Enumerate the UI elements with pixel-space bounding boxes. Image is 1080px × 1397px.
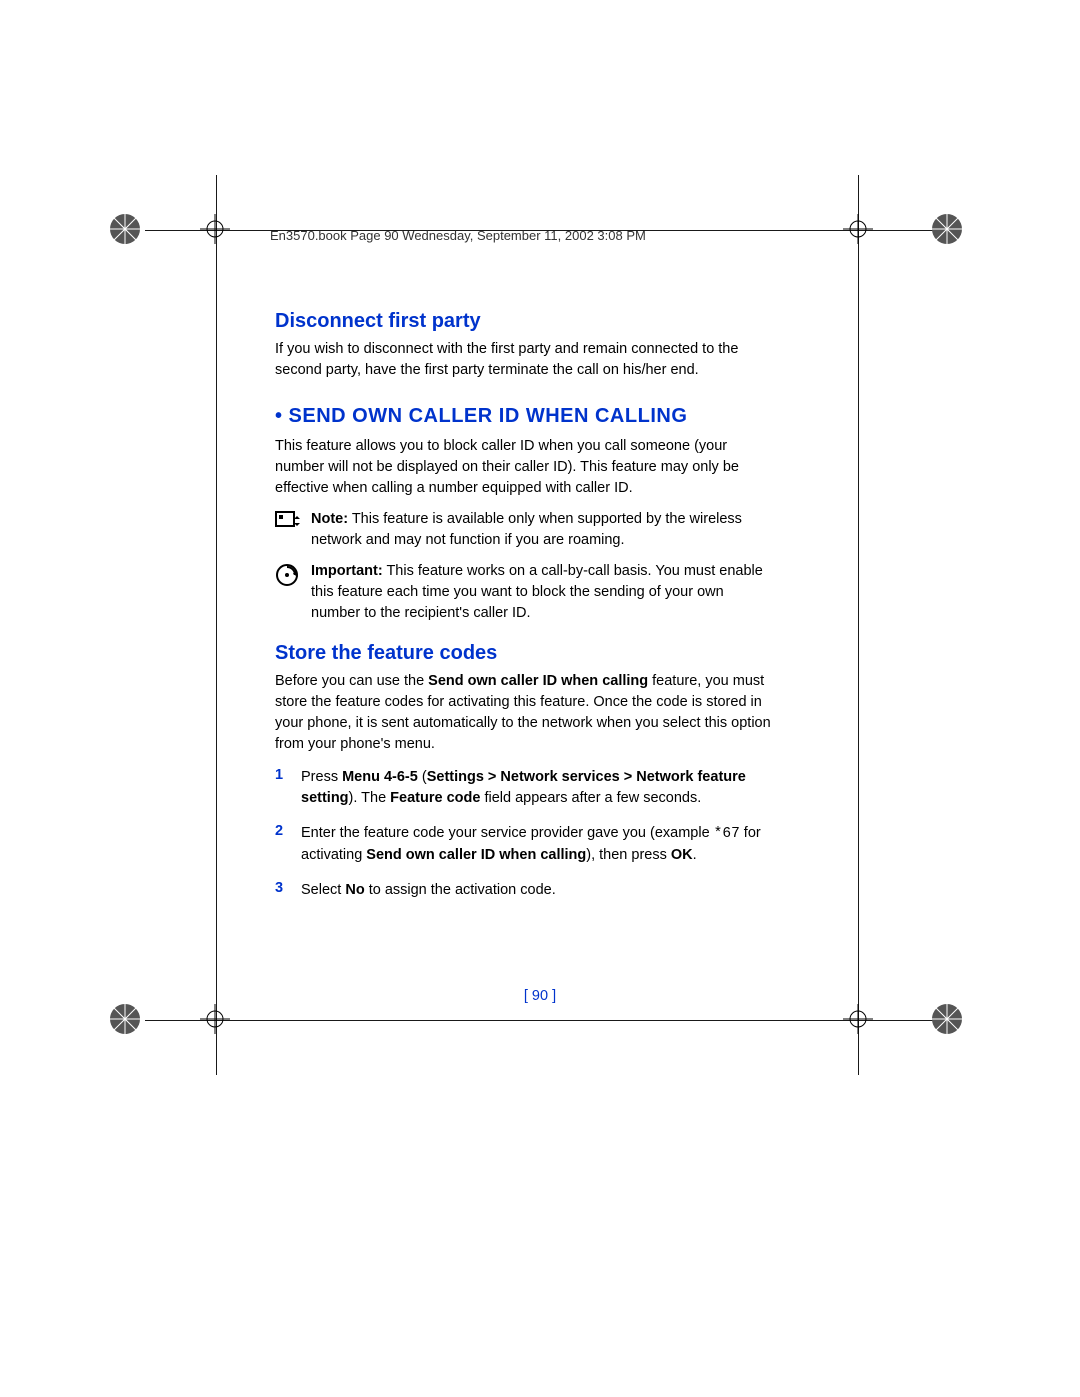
step-text: Enter the feature code your service prov… — [301, 823, 775, 866]
text-fragment: field appears after a few seconds. — [480, 790, 701, 806]
text-fragment: ( — [418, 769, 427, 785]
step-text: Press Menu 4-6-5 (Settings > Network ser… — [301, 767, 775, 809]
step-number: 3 — [275, 880, 301, 901]
text-fragment-code: *67 — [714, 826, 740, 842]
text-fragment-bold: Send own caller ID when calling — [428, 673, 648, 689]
important-block: Important: This feature works on a call-… — [275, 561, 775, 624]
note-icon — [275, 509, 311, 551]
text-fragment: . — [693, 847, 697, 863]
crop-mark-icon — [108, 212, 142, 246]
crop-mark-icon — [108, 1002, 142, 1036]
step-item: 2 Enter the feature code your service pr… — [275, 823, 775, 866]
text-fragment: ), then press — [586, 847, 671, 863]
text-fragment-bold: OK — [671, 847, 693, 863]
section-heading-disconnect: Disconnect first party — [275, 310, 775, 333]
text-fragment: ). The — [349, 790, 391, 806]
crop-line-right — [858, 175, 859, 1075]
text-fragment: to assign the activation code. — [365, 882, 556, 898]
body-paragraph: If you wish to disconnect with the first… — [275, 339, 775, 381]
text-fragment: Enter the feature code your service prov… — [301, 825, 714, 841]
note-text: Note: This feature is available only whe… — [311, 509, 775, 551]
crop-mark-icon — [930, 212, 964, 246]
note-label: Note: — [311, 511, 348, 527]
crosshair-icon — [843, 1004, 873, 1034]
important-label: Important: — [311, 563, 383, 579]
crop-line-bottom — [145, 1020, 935, 1021]
step-item: 3 Select No to assign the activation cod… — [275, 880, 775, 901]
step-text: Select No to assign the activation code. — [301, 880, 556, 901]
text-fragment-bold: Menu 4-6-5 — [342, 769, 418, 785]
step-number: 2 — [275, 823, 301, 866]
important-text: Important: This feature works on a call-… — [311, 561, 775, 624]
crosshair-icon — [200, 214, 230, 244]
body-paragraph: Before you can use the Send own caller I… — [275, 671, 775, 755]
body-paragraph: This feature allows you to block caller … — [275, 436, 775, 499]
text-fragment-bold: No — [345, 882, 364, 898]
text-fragment: Before you can use the — [275, 673, 428, 689]
section-heading-send-own-caller-id: • SEND OWN CALLER ID WHEN CALLING — [275, 405, 775, 428]
page-header-text: En3570.book Page 90 Wednesday, September… — [270, 228, 646, 243]
crosshair-icon — [843, 214, 873, 244]
note-block: Note: This feature is available only whe… — [275, 509, 775, 551]
crosshair-icon — [200, 1004, 230, 1034]
step-item: 1 Press Menu 4-6-5 (Settings > Network s… — [275, 767, 775, 809]
note-body: This feature is available only when supp… — [311, 511, 742, 548]
page-number: [ 90 ] — [0, 988, 1080, 1004]
important-icon — [275, 561, 311, 624]
text-fragment: Select — [301, 882, 345, 898]
text-fragment-bold: Feature code — [390, 790, 480, 806]
step-number: 1 — [275, 767, 301, 809]
page-content: Disconnect first party If you wish to di… — [275, 310, 775, 915]
crop-mark-icon — [930, 1002, 964, 1036]
text-fragment-bold: Send own caller ID when calling — [366, 847, 586, 863]
section-heading-store-feature-codes: Store the feature codes — [275, 642, 775, 665]
steps-list: 1 Press Menu 4-6-5 (Settings > Network s… — [275, 767, 775, 901]
text-fragment: Press — [301, 769, 342, 785]
crop-line-left — [216, 175, 217, 1075]
